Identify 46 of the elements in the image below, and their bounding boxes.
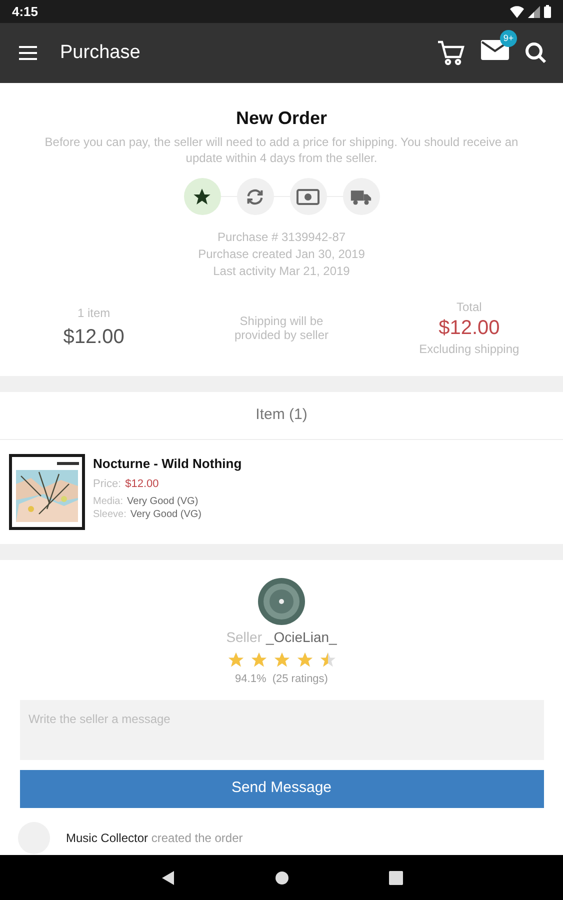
items-heading: Item (1)	[256, 405, 308, 426]
order-title: New Order	[236, 107, 328, 130]
star-icon	[296, 651, 314, 669]
shipping-note: Shipping will be provided by seller	[233, 314, 330, 342]
star-icon	[226, 651, 244, 669]
star-icon	[192, 186, 212, 206]
rating-summary: 94.1% (25 ratings)	[235, 672, 328, 687]
send-message-button[interactable]: Send Message	[20, 770, 544, 808]
refresh-icon	[245, 186, 265, 206]
home-button[interactable]	[274, 870, 288, 884]
seller-name: _OcieLian_	[266, 628, 337, 647]
seller-label: Seller	[226, 628, 262, 647]
items-price: $12.00	[63, 325, 124, 350]
media-label: Media:	[93, 495, 124, 508]
item-title: Nocturne - Wild Nothing	[93, 455, 242, 473]
total-label: Total	[456, 299, 482, 316]
star-icon	[272, 651, 290, 669]
clock: 4:15	[12, 2, 38, 21]
price-label: Price:	[93, 476, 122, 492]
back-button[interactable]	[160, 870, 174, 886]
star-icon	[250, 651, 268, 669]
wifi-icon	[510, 6, 524, 18]
signal-icon	[528, 6, 540, 18]
total-price: $12.00	[438, 316, 500, 340]
sleeve-label: Sleeve:	[93, 508, 126, 521]
order-description: Before you can pay, the seller will need to add a price for shipping. You should receive an update within 4 days from the seller.	[44, 134, 520, 166]
truck-icon	[350, 188, 372, 206]
activity-avatar	[18, 822, 50, 854]
sleeve-condition: Very Good (VG)	[130, 508, 202, 521]
activity-text: Music Collector created the order	[66, 830, 243, 846]
total-note: Excluding shipping	[419, 341, 520, 358]
order-detail: Purchase # 3139942-87	[217, 229, 346, 246]
banknote-icon	[296, 188, 320, 206]
star-icon	[318, 651, 336, 669]
item-price: $12.00	[125, 476, 159, 492]
order-detail: Last activity Mar 21, 2019	[213, 263, 350, 280]
page-title: Purchase	[60, 40, 142, 65]
notification-badge: 9+	[500, 30, 517, 47]
media-condition: Very Good (VG)	[127, 495, 198, 508]
seller-avatar	[258, 578, 305, 625]
cart-button[interactable]	[437, 40, 465, 66]
order-detail: Purchase created Jan 30, 2019	[198, 246, 365, 263]
recents-button[interactable]	[388, 870, 402, 884]
search-button[interactable]	[525, 42, 547, 64]
battery-icon	[544, 5, 551, 18]
item-count: 1 item	[77, 305, 110, 322]
